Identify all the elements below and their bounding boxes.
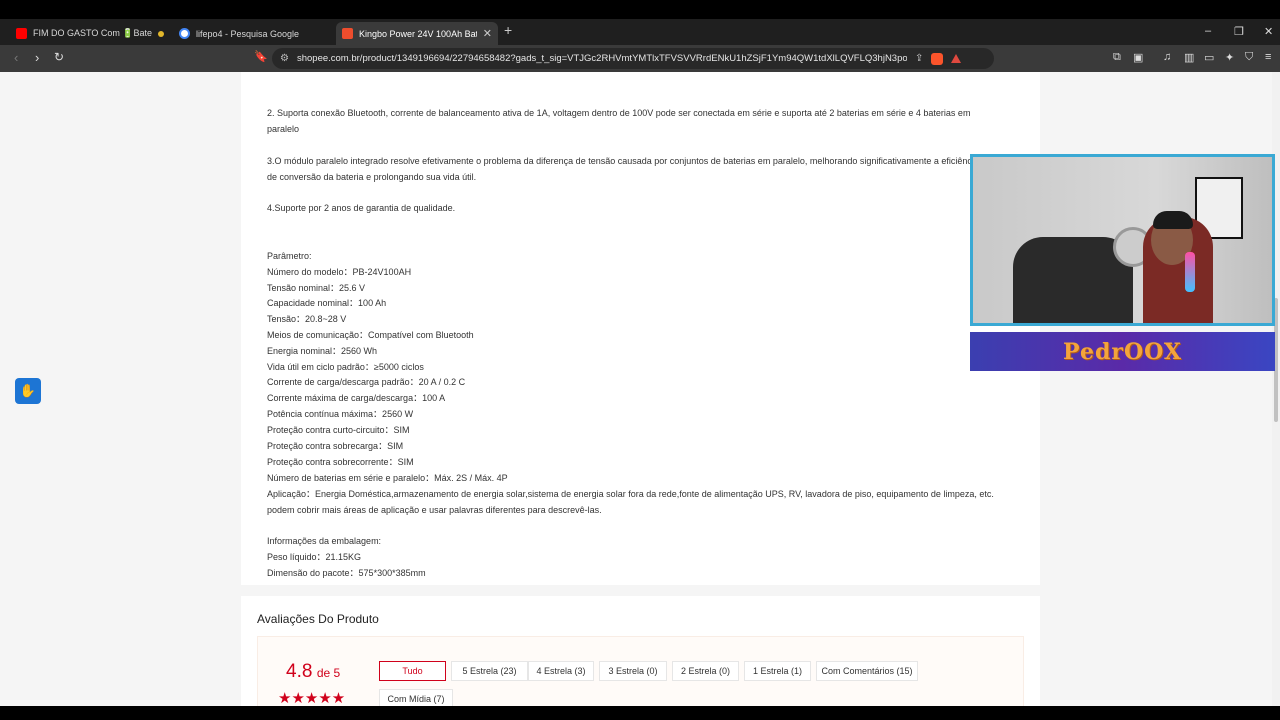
description-line: podem cobrir mais áreas de aplicação e u… <box>267 505 602 515</box>
tab-title: FIM DO GASTO Com 🔋Baterias no <box>33 28 152 38</box>
navigation-bar: ‹ › ↻ 🔖 ⚙ shopee.com.br/product/13491966… <box>0 45 1280 72</box>
description-line: 4.Suporte por 2 anos de garantia de qual… <box>267 203 456 213</box>
description-line: Dimensão do pacote：575*300*385mm <box>267 568 426 578</box>
webcam-hair <box>1153 211 1193 229</box>
description-line: Informações da embalagem: <box>267 536 382 546</box>
media-icon[interactable]: ♫ <box>1163 51 1171 63</box>
close-tab-icon[interactable]: ✕ <box>483 27 492 40</box>
rating-value: 4.8 <box>286 661 313 682</box>
sidebar-icon[interactable]: ▥ <box>1184 51 1194 64</box>
rating-suffix: de 5 <box>316 666 341 680</box>
filter-1-star[interactable]: 1 Estrela (1) <box>744 661 811 681</box>
tab-google[interactable]: lifepo4 - Pesquisa Google <box>173 22 333 45</box>
share-icon[interactable]: ⇪ <box>915 53 923 64</box>
description-line: Parâmetro: <box>267 251 312 261</box>
description-line: Meios de comunicação：Compatível com Blue… <box>267 330 474 340</box>
description-line: Proteção contra sobrecarga：SIM <box>267 441 404 451</box>
google-icon <box>179 28 190 39</box>
tab-shopee[interactable]: Kingbo Power 24V 100Ah Bateria ✕ <box>336 22 498 45</box>
site-settings-icon[interactable]: ⚙ <box>280 53 289 64</box>
tab-title: Kingbo Power 24V 100Ah Bateria <box>359 28 477 39</box>
shopee-icon <box>342 28 353 39</box>
streamer-logo: PedrOOX <box>1063 338 1182 365</box>
reload-icon[interactable]: ↻ <box>54 50 64 64</box>
accessibility-widget-icon[interactable]: ✋ <box>15 378 41 404</box>
filter-4-star[interactable]: 4 Estrela (3) <box>528 661 594 681</box>
screenshot-icon[interactable]: ▣ <box>1133 51 1143 64</box>
description-line: 2. Suporta conexão Bluetooth, corrente d… <box>267 108 971 118</box>
description-line: Potência contínua máxima：2560 W <box>267 409 414 419</box>
description-line: de conversão da bateria e prolongando su… <box>267 172 477 182</box>
bookmark-icon[interactable]: 🔖 <box>254 50 268 63</box>
extensions-icon[interactable]: ⧉ <box>1113 51 1121 64</box>
filter-with-media[interactable]: Com Mídia (7) <box>379 689 453 706</box>
description-line: Tensão：20.8~28 V <box>267 314 347 324</box>
vpn-icon[interactable]: ⛉ <box>1245 51 1253 64</box>
filter-all[interactable]: Tudo <box>379 661 446 681</box>
description-line: Tensão nominal：25.6 V <box>267 283 366 293</box>
filter-3-star[interactable]: 3 Estrela (0) <box>599 661 667 681</box>
tab-title: lifepo4 - Pesquisa Google <box>196 28 300 39</box>
reviews-title: Avaliações Do Produto <box>257 612 379 626</box>
description-line: Proteção contra sobrecorrente：SIM <box>267 457 414 467</box>
rating-score: 4.8 de 5 <box>286 661 340 683</box>
product-description-card: 2. Suporta conexão Bluetooth, corrente d… <box>241 72 1040 585</box>
description-line: 3.O módulo paralelo integrado resolve ef… <box>267 156 979 166</box>
description-line: Número do modelo：PB-24V100AH <box>267 267 412 277</box>
brave-shields-icon[interactable] <box>931 52 944 65</box>
description-line: Vida útil em ciclo padrão：≥5000 ciclos <box>267 362 424 372</box>
address-bar[interactable]: ⚙ shopee.com.br/product/1349196694/22794… <box>272 48 994 69</box>
description-line: Número de baterias em série e paralelo：M… <box>267 473 508 483</box>
brave-rewards-icon[interactable] <box>951 54 962 63</box>
description-line: paralelo <box>267 124 300 134</box>
webcam-overlay <box>970 154 1275 326</box>
description-line: Capacidade nominal：100 Ah <box>267 298 387 308</box>
rating-overview: 4.8 de 5 ★★★★★ Tudo 5 Estrela (23) 4 Est… <box>257 636 1024 706</box>
recording-dot-icon <box>158 30 164 37</box>
rating-stars-icon: ★★★★★ <box>278 690 346 706</box>
tab-strip: FIM DO GASTO Com 🔋Baterias no lifepo4 - … <box>0 19 1280 45</box>
streamer-banner: PedrOOX <box>970 332 1275 371</box>
filter-5-star[interactable]: 5 Estrela (23) <box>451 661 528 681</box>
youtube-icon <box>16 28 27 39</box>
description-line: Aplicação：Energia Doméstica,armazenament… <box>267 489 994 499</box>
minimize-button[interactable]: – <box>1205 25 1211 37</box>
maximize-button[interactable]: ❐ <box>1234 25 1244 38</box>
filter-with-comments[interactable]: Com Comentários (15) <box>816 661 918 681</box>
page-content: 2. Suporta conexão Bluetooth, corrente d… <box>0 72 1280 706</box>
letterbox-top <box>0 0 1280 19</box>
filter-2-star[interactable]: 2 Estrela (0) <box>672 661 739 681</box>
description-line: Corrente de carga/descarga padrão：20 A /… <box>267 377 466 387</box>
new-tab-button[interactable]: + <box>504 22 512 38</box>
product-reviews-card: Avaliações Do Produto 4.8 de 5 ★★★★★ Tud… <box>241 596 1040 706</box>
leo-ai-icon[interactable]: ✦ <box>1225 51 1234 64</box>
back-icon[interactable]: ‹ <box>14 50 18 65</box>
wallet-icon[interactable]: ▭ <box>1204 51 1214 64</box>
letterbox-bottom <box>0 706 1280 720</box>
description-line: Peso líquido：21.15KG <box>267 552 362 562</box>
description-line: Energia nominal：2560 Wh <box>267 346 378 356</box>
tab-youtube[interactable]: FIM DO GASTO Com 🔋Baterias no <box>10 22 170 45</box>
description-line: Proteção contra curto-circuito：SIM <box>267 425 410 435</box>
url-text: shopee.com.br/product/1349196694/2279465… <box>296 53 907 64</box>
forward-icon[interactable]: › <box>35 50 39 65</box>
menu-icon[interactable]: ≡ <box>1265 51 1271 63</box>
description-line: Corrente máxima de carga/descarga：100 A <box>267 393 446 403</box>
webcam-microphone <box>1185 252 1195 292</box>
close-window-button[interactable]: ✕ <box>1264 25 1273 38</box>
